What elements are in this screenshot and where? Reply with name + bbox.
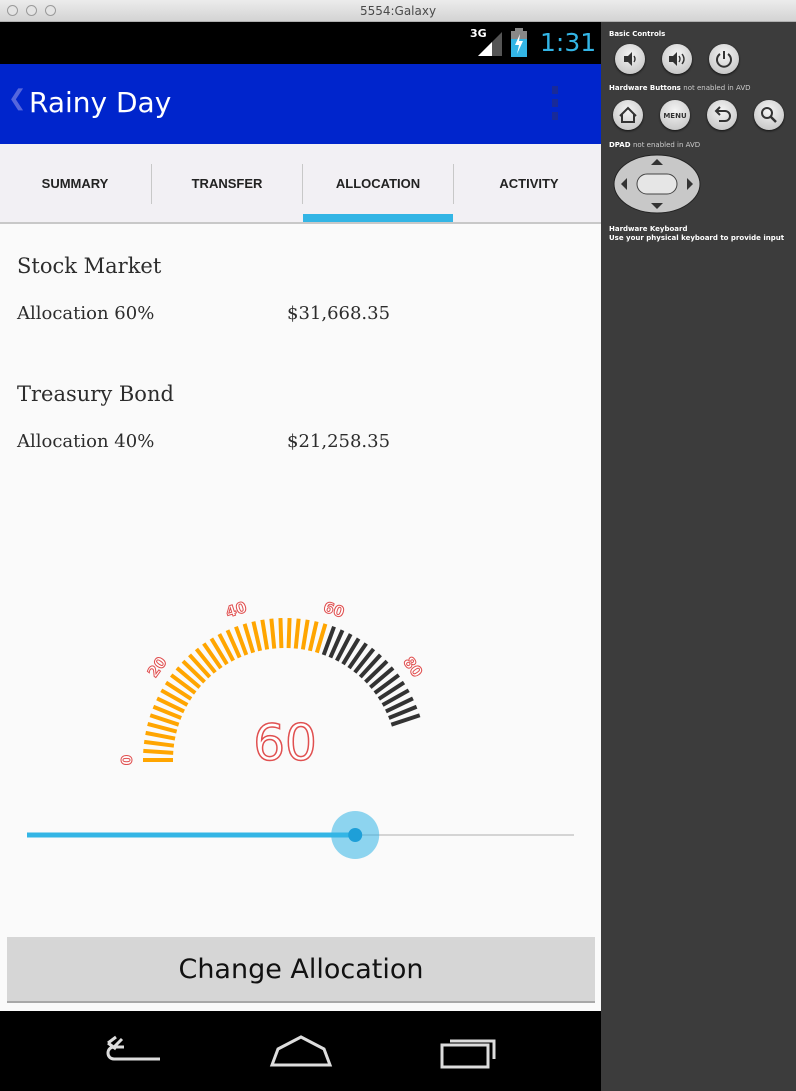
amount-treasury-bond: $21,258.35	[287, 431, 391, 452]
window-titlebar: 5554:Galaxy	[0, 0, 796, 22]
gauge-tick	[278, 618, 284, 649]
gauge-tick	[260, 619, 270, 650]
window-title: 5554:Galaxy	[359, 4, 437, 18]
power-button[interactable]	[709, 44, 739, 74]
hardware-buttons-label: Hardware Buttons	[609, 84, 681, 92]
tab-transfer[interactable]: TRANSFER	[152, 144, 302, 222]
slider-thumb[interactable]	[348, 828, 363, 842]
clock: 1:31	[540, 28, 597, 57]
menu-hw-button[interactable]: MENU	[660, 100, 690, 130]
action-bar: ❮ Rainy Day	[0, 64, 601, 144]
undo-arrow-icon	[714, 106, 731, 122]
allocation-slider[interactable]	[27, 810, 574, 860]
fund-name-stock-market: Stock Market	[17, 254, 162, 278]
tab-allocation[interactable]: ALLOCATION	[303, 144, 453, 222]
gauge-tick-label: 40	[223, 598, 248, 622]
hardware-buttons-heading: Hardware Buttons not enabled in AVD	[609, 84, 751, 92]
search-icon	[761, 107, 777, 123]
dpad-heading: DPAD not enabled in AVD	[609, 141, 700, 149]
dpad-center-button[interactable]	[636, 173, 678, 195]
gauge-tick-label: 0	[118, 755, 136, 765]
gauge-tick	[143, 739, 175, 748]
navigation-bar	[0, 1011, 601, 1091]
home-icon[interactable]	[268, 1031, 334, 1071]
page-title[interactable]: Rainy Day	[29, 86, 171, 119]
emulator-control-panel: Basic Controls Hardware Buttons not enab…	[601, 22, 796, 1091]
volume-down-button[interactable]	[615, 44, 645, 74]
gauge-tick	[181, 659, 206, 684]
dpad-control[interactable]	[613, 154, 701, 214]
gauge-tick	[143, 748, 174, 755]
volume-up-icon	[669, 52, 685, 66]
gauge-tick	[300, 619, 310, 650]
gauge-tick-label: 80	[399, 653, 426, 680]
hardware-keyboard-heading: Hardware Keyboard	[609, 225, 688, 233]
gauge-tick	[145, 730, 176, 741]
tab-bar: SUMMARY TRANSFER ALLOCATION ACTIVITY	[0, 144, 601, 224]
tab-activity[interactable]: ACTIVITY	[454, 144, 601, 222]
gauge-tick	[251, 621, 263, 652]
power-icon	[716, 51, 732, 68]
menu-icon: MENU	[663, 112, 687, 120]
gauge-tick	[188, 653, 212, 679]
change-allocation-button[interactable]: Change Allocation	[7, 937, 595, 1003]
gauge-tick	[269, 618, 277, 649]
gauge-tick	[293, 618, 301, 649]
dpad-label: DPAD	[609, 141, 631, 149]
hardware-keyboard-note: Use your physical keyboard to provide in…	[609, 234, 785, 242]
gauge-tick	[307, 621, 319, 652]
gauge-tick-label: 20	[144, 653, 171, 680]
up-navigation-icon[interactable]: ❮	[8, 86, 26, 111]
gauge-tick	[368, 666, 395, 689]
fund-name-treasury-bond: Treasury Bond	[17, 382, 174, 406]
amount-stock-market: $31,668.35	[287, 303, 391, 324]
status-bar: 3G 1:31	[0, 22, 601, 64]
allocation-gauge: 0 20 40 60 80 60	[118, 597, 427, 772]
emulator-screen: 3G 1:31 ❮ Rainy Day SUMMARY TRANSFER ALL…	[0, 22, 601, 1091]
tab-summary[interactable]: SUMMARY	[0, 144, 150, 222]
selected-tab-indicator	[303, 214, 453, 222]
back-hw-button[interactable]	[707, 100, 737, 130]
dpad-note: not enabled in AVD	[632, 141, 701, 149]
gauge-tick	[175, 666, 202, 689]
recent-apps-icon[interactable]	[436, 1031, 502, 1071]
volume-down-icon	[624, 52, 636, 66]
battery-icon	[511, 28, 527, 57]
signal-icon	[478, 32, 502, 56]
gauge-tick	[147, 722, 178, 734]
allocation-treasury-bond: Allocation 40%	[17, 431, 155, 452]
overflow-menu-icon[interactable]	[548, 86, 562, 122]
volume-up-button[interactable]	[662, 44, 692, 74]
menu-hw-label: MENU	[663, 112, 687, 120]
gauge-value: 60	[253, 714, 317, 772]
gauge-tick	[358, 653, 382, 679]
allocation-stock-market: Allocation 60%	[17, 303, 155, 324]
back-icon[interactable]	[100, 1033, 166, 1069]
gauge-tick-label: 60	[321, 598, 346, 622]
gauge-tick	[364, 659, 389, 684]
search-hw-button[interactable]	[754, 100, 784, 130]
hardware-buttons-note: not enabled in AVD	[683, 84, 751, 92]
home-hw-button[interactable]	[613, 100, 643, 130]
basic-controls-heading: Basic Controls	[609, 30, 666, 38]
house-icon	[619, 106, 637, 123]
gauge-tick	[286, 618, 292, 649]
